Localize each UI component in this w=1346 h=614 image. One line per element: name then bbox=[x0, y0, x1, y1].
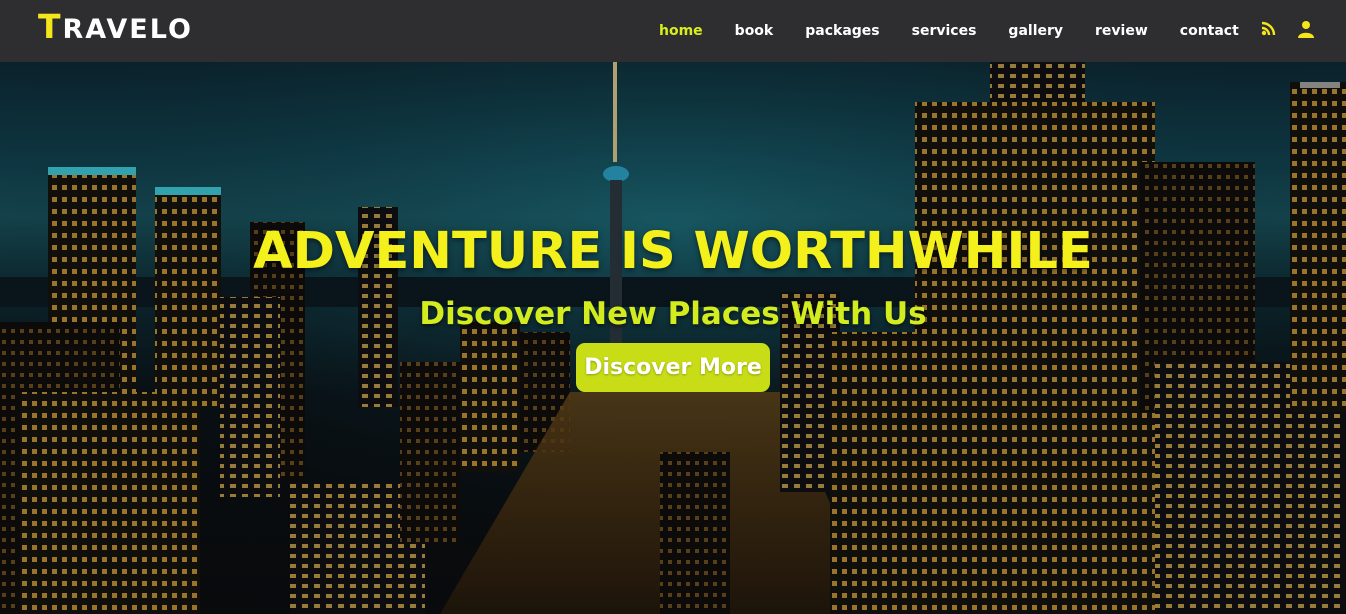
nav-link-contact[interactable]: contact bbox=[1180, 23, 1239, 39]
nav-link-packages[interactable]: packages bbox=[805, 23, 879, 39]
hero-title: ADVENTURE IS WORTHWHILE bbox=[253, 222, 1093, 281]
header-icons bbox=[1258, 18, 1316, 40]
nav-link-book[interactable]: book bbox=[735, 23, 774, 39]
nav-link-services[interactable]: services bbox=[912, 23, 977, 39]
discover-more-button[interactable]: Discover More bbox=[576, 343, 770, 392]
brand-initial: T bbox=[38, 7, 63, 46]
hero-section: ADVENTURE IS WORTHWHILE Discover New Pla… bbox=[0, 62, 1346, 614]
brand-name: RAVELO bbox=[62, 14, 193, 45]
top-navbar: TRAVELO home book packages services gall… bbox=[0, 0, 1346, 62]
city-skyline-background bbox=[0, 62, 1346, 614]
hero-subtitle: Discover New Places With Us bbox=[419, 296, 927, 332]
wifi-icon[interactable] bbox=[1258, 18, 1278, 40]
main-nav: home book packages services gallery revi… bbox=[659, 0, 1271, 62]
nav-link-home[interactable]: home bbox=[659, 23, 703, 39]
nav-link-review[interactable]: review bbox=[1095, 23, 1148, 39]
brand-logo[interactable]: TRAVELO bbox=[38, 10, 193, 45]
user-icon[interactable] bbox=[1296, 18, 1316, 40]
nav-link-gallery[interactable]: gallery bbox=[1008, 23, 1063, 39]
